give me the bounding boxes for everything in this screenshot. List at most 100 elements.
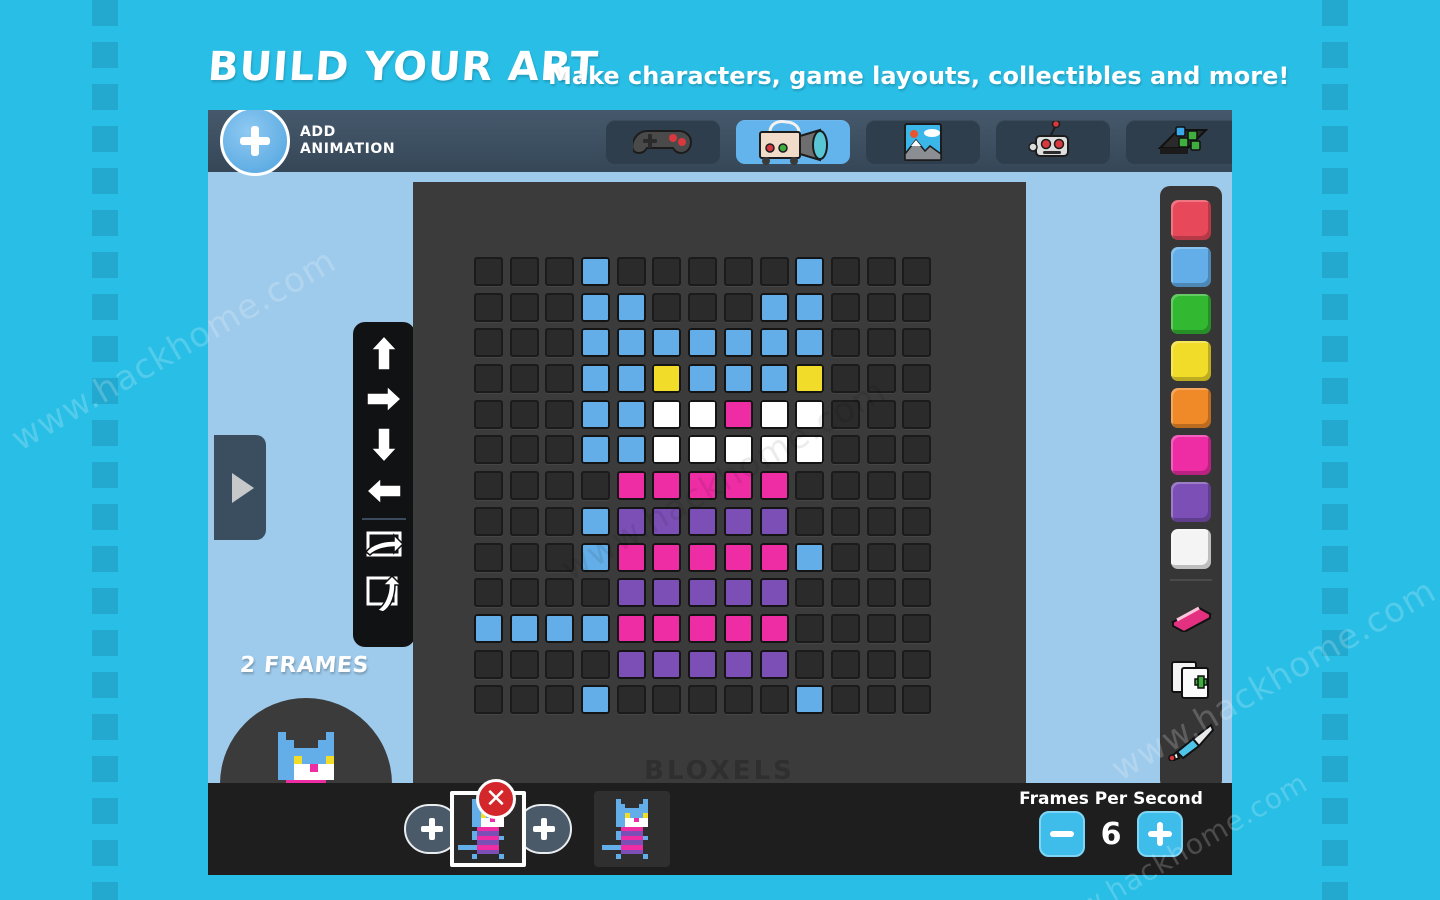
pixel-grid[interactable] [471, 254, 935, 718]
frame-thumbnail-1[interactable]: ✕ [450, 779, 526, 867]
pixel-cell[interactable] [866, 578, 896, 608]
nudge-right-tool[interactable] [353, 376, 415, 422]
pixel-cell[interactable] [509, 506, 539, 536]
pixel-cell[interactable] [795, 471, 825, 501]
eraser-tool[interactable] [1167, 593, 1215, 641]
pixel-cell[interactable] [866, 506, 896, 536]
pixel-cell[interactable] [581, 471, 611, 501]
pixel-cell[interactable] [830, 435, 860, 465]
animation-button[interactable] [736, 120, 850, 165]
pixel-cell[interactable] [474, 292, 503, 322]
pixel-cell[interactable] [902, 542, 932, 572]
add-animation-button[interactable] [220, 110, 290, 176]
pixel-cell[interactable] [688, 364, 718, 394]
duplicate-frame-tool[interactable] [1167, 655, 1215, 703]
pixel-cell[interactable] [830, 328, 860, 358]
gamepad-button[interactable] [606, 120, 720, 164]
pixel-cell[interactable] [545, 613, 575, 643]
pixel-cell[interactable] [759, 649, 789, 679]
color-purple[interactable] [1171, 482, 1211, 522]
pixel-cell[interactable] [545, 328, 575, 358]
nudge-up-tool[interactable] [353, 330, 415, 376]
pixel-cell[interactable] [830, 364, 860, 394]
pixel-cell[interactable] [474, 435, 503, 465]
pixel-cell[interactable] [474, 506, 503, 536]
pixel-cell[interactable] [795, 257, 825, 286]
pixel-cell[interactable] [902, 435, 932, 465]
pixel-cell[interactable] [616, 257, 646, 286]
pixel-cell[interactable] [616, 542, 646, 572]
pixel-cell[interactable] [688, 506, 718, 536]
pixel-cell[interactable] [688, 542, 718, 572]
pixel-cell[interactable] [652, 364, 682, 394]
pixel-cell[interactable] [759, 328, 789, 358]
pixel-cell[interactable] [795, 649, 825, 679]
pixel-cell[interactable] [474, 257, 503, 286]
pixel-cell[interactable] [795, 292, 825, 322]
pixel-cell[interactable] [866, 435, 896, 465]
pixel-cell[interactable] [795, 613, 825, 643]
pixel-cell[interactable] [723, 578, 753, 608]
pixel-cell[interactable] [509, 292, 539, 322]
pixel-cell[interactable] [652, 578, 682, 608]
pixel-cell[interactable] [866, 649, 896, 679]
pixel-cell[interactable] [902, 364, 932, 394]
pixel-cell[interactable] [616, 578, 646, 608]
pixel-cell[interactable] [509, 578, 539, 608]
pixel-cell[interactable] [759, 435, 789, 465]
pixel-cell[interactable] [830, 471, 860, 501]
pixel-cell[interactable] [830, 292, 860, 322]
pixel-cell[interactable] [902, 328, 932, 358]
pixel-cell[interactable] [581, 542, 611, 572]
nudge-down-tool[interactable] [353, 422, 415, 468]
pixel-cell[interactable] [616, 328, 646, 358]
pixel-cell[interactable] [616, 685, 646, 715]
pixel-cell[interactable] [795, 399, 825, 429]
pixel-cell[interactable] [795, 328, 825, 358]
pixel-cell[interactable] [581, 613, 611, 643]
pixel-cell[interactable] [866, 399, 896, 429]
pixel-cell[interactable] [652, 328, 682, 358]
flip-vertical-tool[interactable] [353, 570, 415, 616]
pixel-cell[interactable] [723, 685, 753, 715]
pixel-cell[interactable] [688, 399, 718, 429]
pixel-cell[interactable] [581, 506, 611, 536]
pixel-cell[interactable] [474, 471, 503, 501]
pixel-cell[interactable] [581, 578, 611, 608]
pixel-cell[interactable] [902, 506, 932, 536]
pixel-cell[interactable] [616, 613, 646, 643]
pixel-cell[interactable] [723, 435, 753, 465]
pixel-cell[interactable] [830, 578, 860, 608]
color-yellow[interactable] [1171, 341, 1211, 381]
background-button[interactable] [866, 120, 980, 164]
pixel-cell[interactable] [509, 328, 539, 358]
pixel-cell[interactable] [474, 399, 503, 429]
pixel-cell[interactable] [545, 364, 575, 394]
pixel-cell[interactable] [795, 435, 825, 465]
pixel-cell[interactable] [830, 649, 860, 679]
pixel-cell[interactable] [723, 542, 753, 572]
pixel-cell[interactable] [509, 542, 539, 572]
pixel-cell[interactable] [723, 506, 753, 536]
pixel-cell[interactable] [759, 399, 789, 429]
pixel-cell[interactable] [795, 685, 825, 715]
pixel-cell[interactable] [509, 257, 539, 286]
pixel-cell[interactable] [866, 685, 896, 715]
pixel-cell[interactable] [474, 328, 503, 358]
pixel-cell[interactable] [545, 257, 575, 286]
pixel-cell[interactable] [866, 542, 896, 572]
pixel-cell[interactable] [688, 435, 718, 465]
pixel-cell[interactable] [474, 613, 503, 643]
delete-frame-button[interactable]: ✕ [476, 779, 516, 819]
pixel-cell[interactable] [795, 542, 825, 572]
pixel-cell[interactable] [830, 399, 860, 429]
pixel-cell[interactable] [581, 649, 611, 679]
pixel-cell[interactable] [509, 685, 539, 715]
pixel-cell[interactable] [616, 435, 646, 465]
pixel-cell[interactable] [723, 471, 753, 501]
pixel-cell[interactable] [759, 578, 789, 608]
character-button[interactable] [996, 120, 1110, 164]
pixel-cell[interactable] [616, 364, 646, 394]
pixel-cell[interactable] [723, 292, 753, 322]
pixel-cell[interactable] [474, 364, 503, 394]
